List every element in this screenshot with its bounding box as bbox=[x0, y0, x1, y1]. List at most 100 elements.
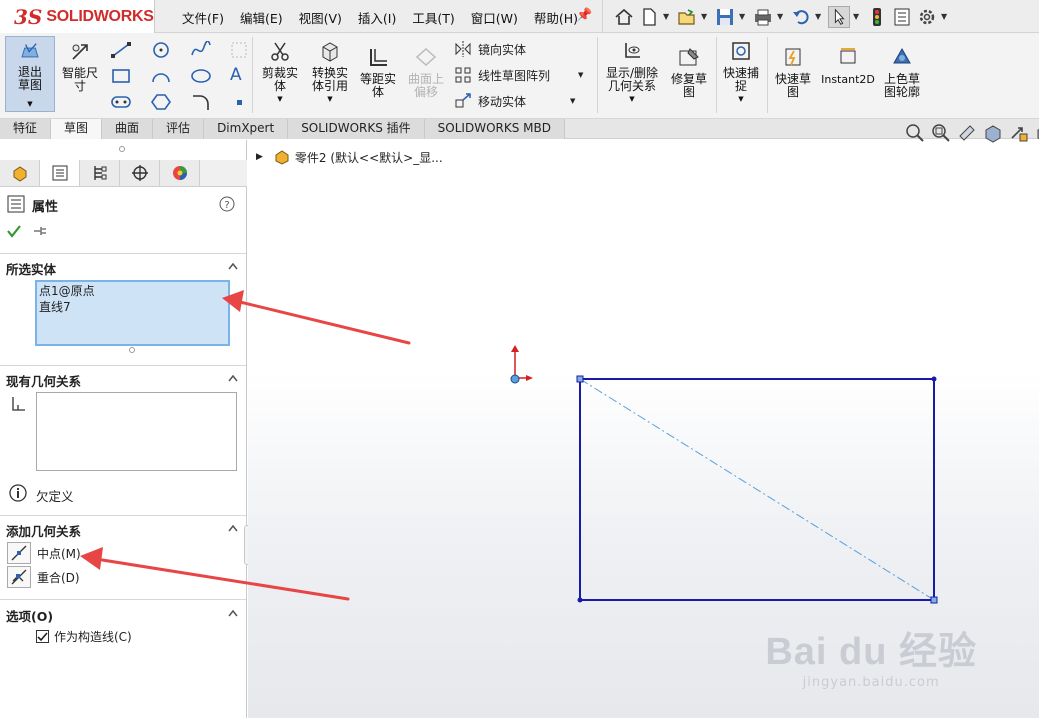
chevron-down-icon[interactable]: ▼ bbox=[27, 98, 32, 111]
smart-dimension-button[interactable]: 智能尺寸 bbox=[58, 39, 102, 93]
chevron-down-icon[interactable]: ▼ bbox=[578, 71, 583, 79]
section-view-icon[interactable] bbox=[982, 122, 1004, 144]
chevron-down-icon[interactable]: ▼ bbox=[570, 97, 575, 105]
fillet-icon[interactable] bbox=[190, 93, 212, 111]
circle-icon[interactable] bbox=[150, 41, 172, 59]
menu-help[interactable]: 帮助(H) bbox=[534, 8, 578, 27]
home-icon[interactable] bbox=[613, 6, 635, 28]
collapse-up-icon[interactable] bbox=[228, 524, 238, 532]
undo-icon[interactable] bbox=[790, 6, 812, 28]
quick-snap-button[interactable]: 快速捕捉 ▼ bbox=[720, 39, 762, 106]
repair-sketch-button[interactable]: 修复草图 bbox=[668, 45, 710, 99]
display-relations-button[interactable]: 显示/删除几何关系 ▼ bbox=[600, 39, 664, 106]
tab-sketch[interactable]: 草图 bbox=[51, 119, 103, 139]
zoom-to-fit-icon[interactable] bbox=[904, 122, 926, 144]
display-style-icon[interactable] bbox=[1034, 122, 1039, 144]
slot-icon[interactable] bbox=[110, 93, 132, 111]
vertex-bottom-right[interactable] bbox=[930, 596, 938, 604]
selected-entities-list[interactable]: 点1@原点 直线7 bbox=[35, 280, 230, 346]
chevron-down-icon[interactable]: ▼ bbox=[327, 93, 332, 106]
menu-window[interactable]: 窗口(W) bbox=[471, 8, 518, 27]
chevron-down-icon[interactable]: ▼ bbox=[853, 12, 861, 21]
surface-offset-button[interactable]: 曲面上偏移 bbox=[404, 45, 448, 99]
tab-dimxpert[interactable]: DimXpert bbox=[204, 119, 289, 139]
previous-view-icon[interactable] bbox=[956, 122, 978, 144]
vertex-top-right[interactable] bbox=[931, 376, 937, 382]
point-icon[interactable] bbox=[228, 93, 250, 111]
polygon-icon[interactable] bbox=[150, 93, 172, 111]
chevron-down-icon[interactable]: ▼ bbox=[277, 93, 282, 106]
menu-tools[interactable]: 工具(T) bbox=[412, 8, 454, 27]
line-icon[interactable] bbox=[110, 41, 132, 59]
tab-surfaces[interactable]: 曲面 bbox=[102, 119, 154, 139]
tab-mbd[interactable]: SOLIDWORKS MBD bbox=[424, 119, 565, 139]
chevron-down-icon[interactable]: ▼ bbox=[739, 12, 747, 21]
construction-checkbox[interactable] bbox=[36, 630, 49, 643]
print-icon[interactable] bbox=[752, 6, 774, 28]
selected-entity-item[interactable]: 直线7 bbox=[39, 299, 226, 315]
relation-midpoint[interactable]: 中点(M) bbox=[7, 542, 81, 564]
menu-edit[interactable]: 编辑(E) bbox=[240, 8, 283, 27]
tab-property-manager[interactable] bbox=[40, 160, 80, 186]
zoom-area-icon[interactable] bbox=[930, 122, 952, 144]
chevron-down-icon[interactable]: ▼ bbox=[738, 93, 743, 106]
list-resize-handle[interactable] bbox=[129, 347, 135, 353]
trim-entities-button[interactable]: 剪裁实体 ▼ bbox=[258, 39, 302, 106]
pin-icon[interactable]: 📌 bbox=[576, 8, 592, 23]
view-orientation-icon[interactable] bbox=[1008, 122, 1030, 144]
chevron-down-icon[interactable]: ▼ bbox=[777, 12, 785, 21]
tab-addins[interactable]: SOLIDWORKS 插件 bbox=[288, 119, 425, 139]
options-icon[interactable] bbox=[916, 6, 938, 28]
chevron-down-icon[interactable]: ▼ bbox=[663, 12, 671, 21]
help-icon[interactable]: ? bbox=[219, 196, 235, 212]
convert-entities-button[interactable]: 转换实体引用 ▼ bbox=[306, 39, 354, 106]
menu-file[interactable]: 文件(F) bbox=[182, 8, 224, 27]
chevron-down-icon[interactable]: ▼ bbox=[941, 12, 949, 21]
offset-entities-button[interactable]: 等距实体 bbox=[356, 45, 400, 99]
tab-evaluate[interactable]: 评估 bbox=[153, 119, 205, 139]
collapse-up-icon[interactable] bbox=[228, 262, 238, 270]
open-icon[interactable] bbox=[676, 6, 698, 28]
origin-icon[interactable] bbox=[510, 345, 533, 384]
rectangle-icon[interactable] bbox=[110, 67, 132, 85]
existing-relations-list[interactable] bbox=[36, 392, 237, 471]
chevron-down-icon[interactable]: ▼ bbox=[815, 12, 823, 21]
tab-feature-manager[interactable] bbox=[0, 160, 40, 186]
vertex-bottom-left[interactable] bbox=[577, 597, 583, 603]
selected-entity-item[interactable]: 点1@原点 bbox=[39, 283, 226, 299]
solidworks-logo[interactable]: 3S SOLIDWORKS bbox=[0, 0, 155, 33]
spline-icon[interactable] bbox=[190, 41, 212, 59]
plane-icon[interactable] bbox=[228, 41, 250, 59]
exit-sketch-button[interactable]: 退出草图 ▼ bbox=[5, 36, 55, 112]
linear-pattern-button[interactable]: 线性草图阵列 ▼ bbox=[454, 66, 583, 84]
menu-view[interactable]: 视图(V) bbox=[299, 8, 342, 27]
mirror-entities-button[interactable]: 镜向实体 bbox=[454, 40, 526, 58]
tab-configuration-manager[interactable] bbox=[80, 160, 120, 186]
menu-insert[interactable]: 插入(I) bbox=[358, 8, 396, 27]
tab-dimxpert-manager[interactable] bbox=[120, 160, 160, 186]
construction-diagonal-line[interactable] bbox=[579, 378, 935, 601]
file-properties-icon[interactable] bbox=[891, 6, 913, 28]
tab-display-manager[interactable] bbox=[160, 160, 200, 186]
pushpin-icon[interactable] bbox=[32, 224, 48, 238]
traffic-light-icon[interactable] bbox=[866, 6, 888, 28]
collapse-up-icon[interactable] bbox=[228, 609, 238, 617]
construction-option[interactable]: 作为构造线(C) bbox=[36, 628, 132, 645]
ok-check-icon[interactable] bbox=[6, 223, 22, 239]
collapse-up-icon[interactable] bbox=[228, 374, 238, 382]
new-icon[interactable] bbox=[638, 6, 660, 28]
save-icon[interactable] bbox=[714, 6, 736, 28]
text-icon[interactable]: A bbox=[230, 65, 252, 85]
arc-icon[interactable] bbox=[150, 67, 172, 85]
ellipse-icon[interactable] bbox=[190, 67, 212, 85]
shaded-sketch-contours-button[interactable]: 上色草图轮廓 bbox=[878, 45, 926, 99]
rapid-sketch-button[interactable]: 快速草图 bbox=[771, 45, 815, 99]
vertex-top-left[interactable] bbox=[576, 375, 584, 383]
select-icon[interactable] bbox=[828, 5, 850, 28]
relation-coincident[interactable]: 重合(D) bbox=[7, 566, 80, 588]
panel-resize-handle[interactable] bbox=[119, 146, 125, 152]
chevron-down-icon[interactable]: ▼ bbox=[701, 12, 709, 21]
graphics-area[interactable]: ▶ 零件2 (默认<<默认>_显... Bai du 经验 jingyan.ba… bbox=[248, 140, 1039, 718]
instant2d-button[interactable]: Instant2D bbox=[820, 45, 876, 86]
tab-features[interactable]: 特征 bbox=[0, 119, 52, 139]
